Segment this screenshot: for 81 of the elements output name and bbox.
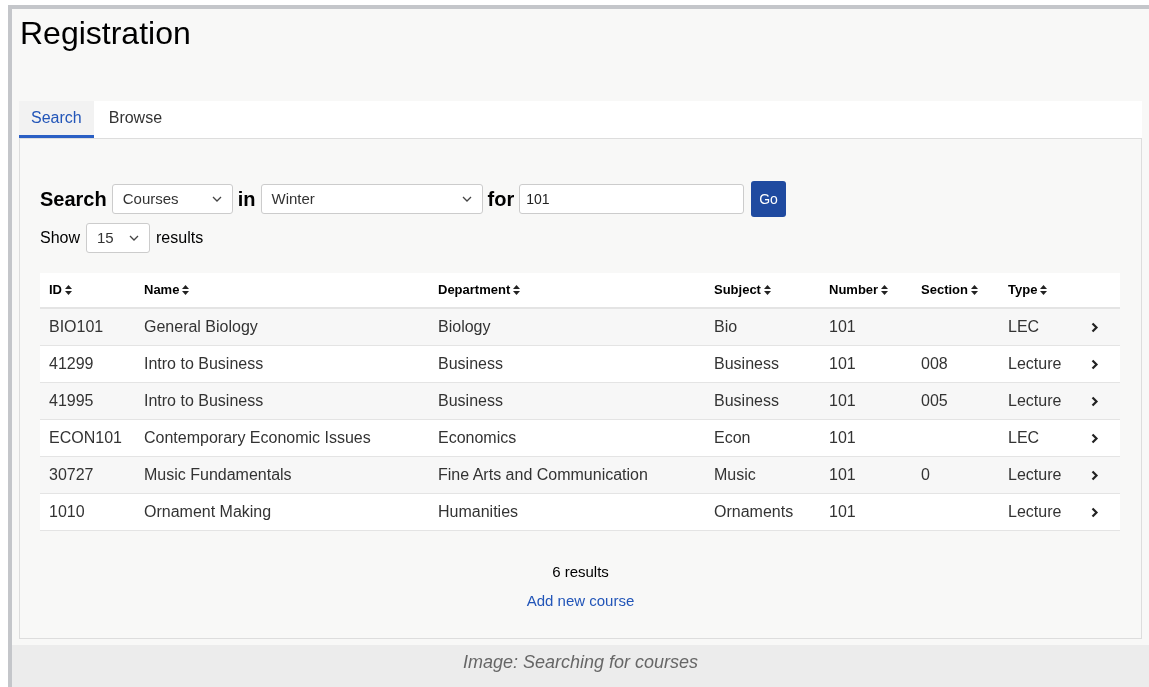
- chevron-right-icon[interactable]: [1091, 395, 1099, 407]
- column-header[interactable]: Type: [1008, 280, 1038, 300]
- for-label: for: [487, 187, 515, 212]
- table-cell: 008: [921, 355, 948, 372]
- image-caption: Image: Searching for courses: [462, 650, 699, 674]
- chevron-down-icon: [461, 196, 472, 202]
- table-cell: General Biology: [144, 318, 258, 335]
- chevron-right-icon[interactable]: [1091, 321, 1099, 333]
- table-cell: 41995: [49, 392, 94, 409]
- chevron-right-icon[interactable]: [1091, 506, 1099, 518]
- chevron-down-icon: [129, 235, 140, 241]
- table-cell: LEC: [1008, 318, 1040, 335]
- dropdown-select[interactable]: 15: [86, 223, 151, 253]
- table-cell: Ornaments: [714, 503, 794, 520]
- table-cell: BIO101: [49, 318, 104, 335]
- table-cell: Music: [714, 466, 756, 483]
- table-row[interactable]: ECON101 Contemporary Economic Issues Economics Econ 101 LEC: [40, 420, 1120, 457]
- table-cell: 101: [829, 466, 856, 483]
- sort-icon: [881, 285, 889, 295]
- sort-icon: [1040, 285, 1048, 295]
- table-cell: Lecture: [1008, 355, 1062, 372]
- show-label: Show: [40, 228, 81, 248]
- table-cell: Lecture: [1008, 503, 1062, 520]
- table-cell: Business: [438, 355, 503, 372]
- column-header[interactable]: Section: [921, 280, 968, 300]
- table-cell: 101: [829, 318, 856, 335]
- dropdown-select[interactable]: Winter: [260, 184, 483, 214]
- column-header[interactable]: ID: [49, 280, 62, 300]
- dropdown-select[interactable]: Courses: [111, 184, 233, 214]
- add-course-link[interactable]: Add new course: [526, 589, 635, 612]
- go-button[interactable]: Go: [751, 181, 786, 217]
- table-cell: Bio: [714, 318, 738, 335]
- table-cell: Econ: [714, 429, 751, 446]
- table-row[interactable]: 1010 Ornament Making Humanities Ornaments 101 Lecture: [40, 494, 1120, 531]
- table-row[interactable]: 41299 Intro to Business Business Business 101 008 Lecture: [40, 346, 1120, 383]
- table-cell: Contemporary Economic Issues: [144, 429, 371, 446]
- column-header[interactable]: Name: [144, 280, 180, 300]
- table-cell: 101: [829, 503, 856, 520]
- table-cell: Lecture: [1008, 466, 1062, 483]
- chevron-right-icon[interactable]: [1091, 432, 1099, 444]
- chevron-down-icon: [211, 196, 222, 202]
- table-cell: Fine Arts and Communication: [438, 466, 648, 483]
- table-cell: 41299: [49, 355, 94, 372]
- table-cell: 0: [921, 466, 930, 483]
- table-cell: 1010: [49, 503, 85, 520]
- search-label: Search: [40, 187, 107, 212]
- table-cell: Music Fundamentals: [144, 466, 292, 483]
- sort-icon: [763, 285, 771, 295]
- table-cell: 101: [829, 392, 856, 409]
- table-cell: LEC: [1008, 429, 1040, 446]
- table-cell: Business: [438, 392, 503, 409]
- table-cell: 005: [921, 392, 948, 409]
- table-cell: Intro to Business: [144, 355, 264, 372]
- table-cell: Economics: [438, 429, 517, 446]
- sort-icon: [513, 285, 521, 295]
- table-cell: Ornament Making: [144, 503, 272, 520]
- table-cell: Business: [714, 355, 779, 372]
- column-header[interactable]: Department: [438, 280, 511, 300]
- chevron-right-icon[interactable]: [1091, 358, 1099, 370]
- result-count: 6 results: [552, 562, 609, 582]
- table-cell: 101: [829, 355, 856, 372]
- page-title: Registration: [20, 14, 192, 53]
- in-label: in: [237, 187, 256, 212]
- tab[interactable]: Search: [19, 101, 94, 138]
- table-cell: 101: [829, 429, 856, 446]
- sort-icon: [182, 285, 190, 295]
- sort-icon: [970, 285, 978, 295]
- column-header[interactable]: Number: [829, 280, 879, 300]
- table-cell: Intro to Business: [144, 392, 264, 409]
- table-cell: Lecture: [1008, 392, 1062, 409]
- tab[interactable]: Browse: [93, 101, 178, 138]
- sort-icon: [65, 285, 72, 295]
- results-label: results: [156, 228, 204, 248]
- chevron-right-icon[interactable]: [1091, 469, 1099, 481]
- table-cell: ECON101: [49, 429, 122, 446]
- table-cell: Biology: [438, 318, 491, 335]
- table-cell: 30727: [49, 466, 94, 483]
- column-header[interactable]: Subject: [714, 280, 761, 300]
- table-cell: Humanities: [438, 503, 519, 520]
- search-field[interactable]: 101: [519, 184, 745, 214]
- table-cell: Business: [714, 392, 779, 409]
